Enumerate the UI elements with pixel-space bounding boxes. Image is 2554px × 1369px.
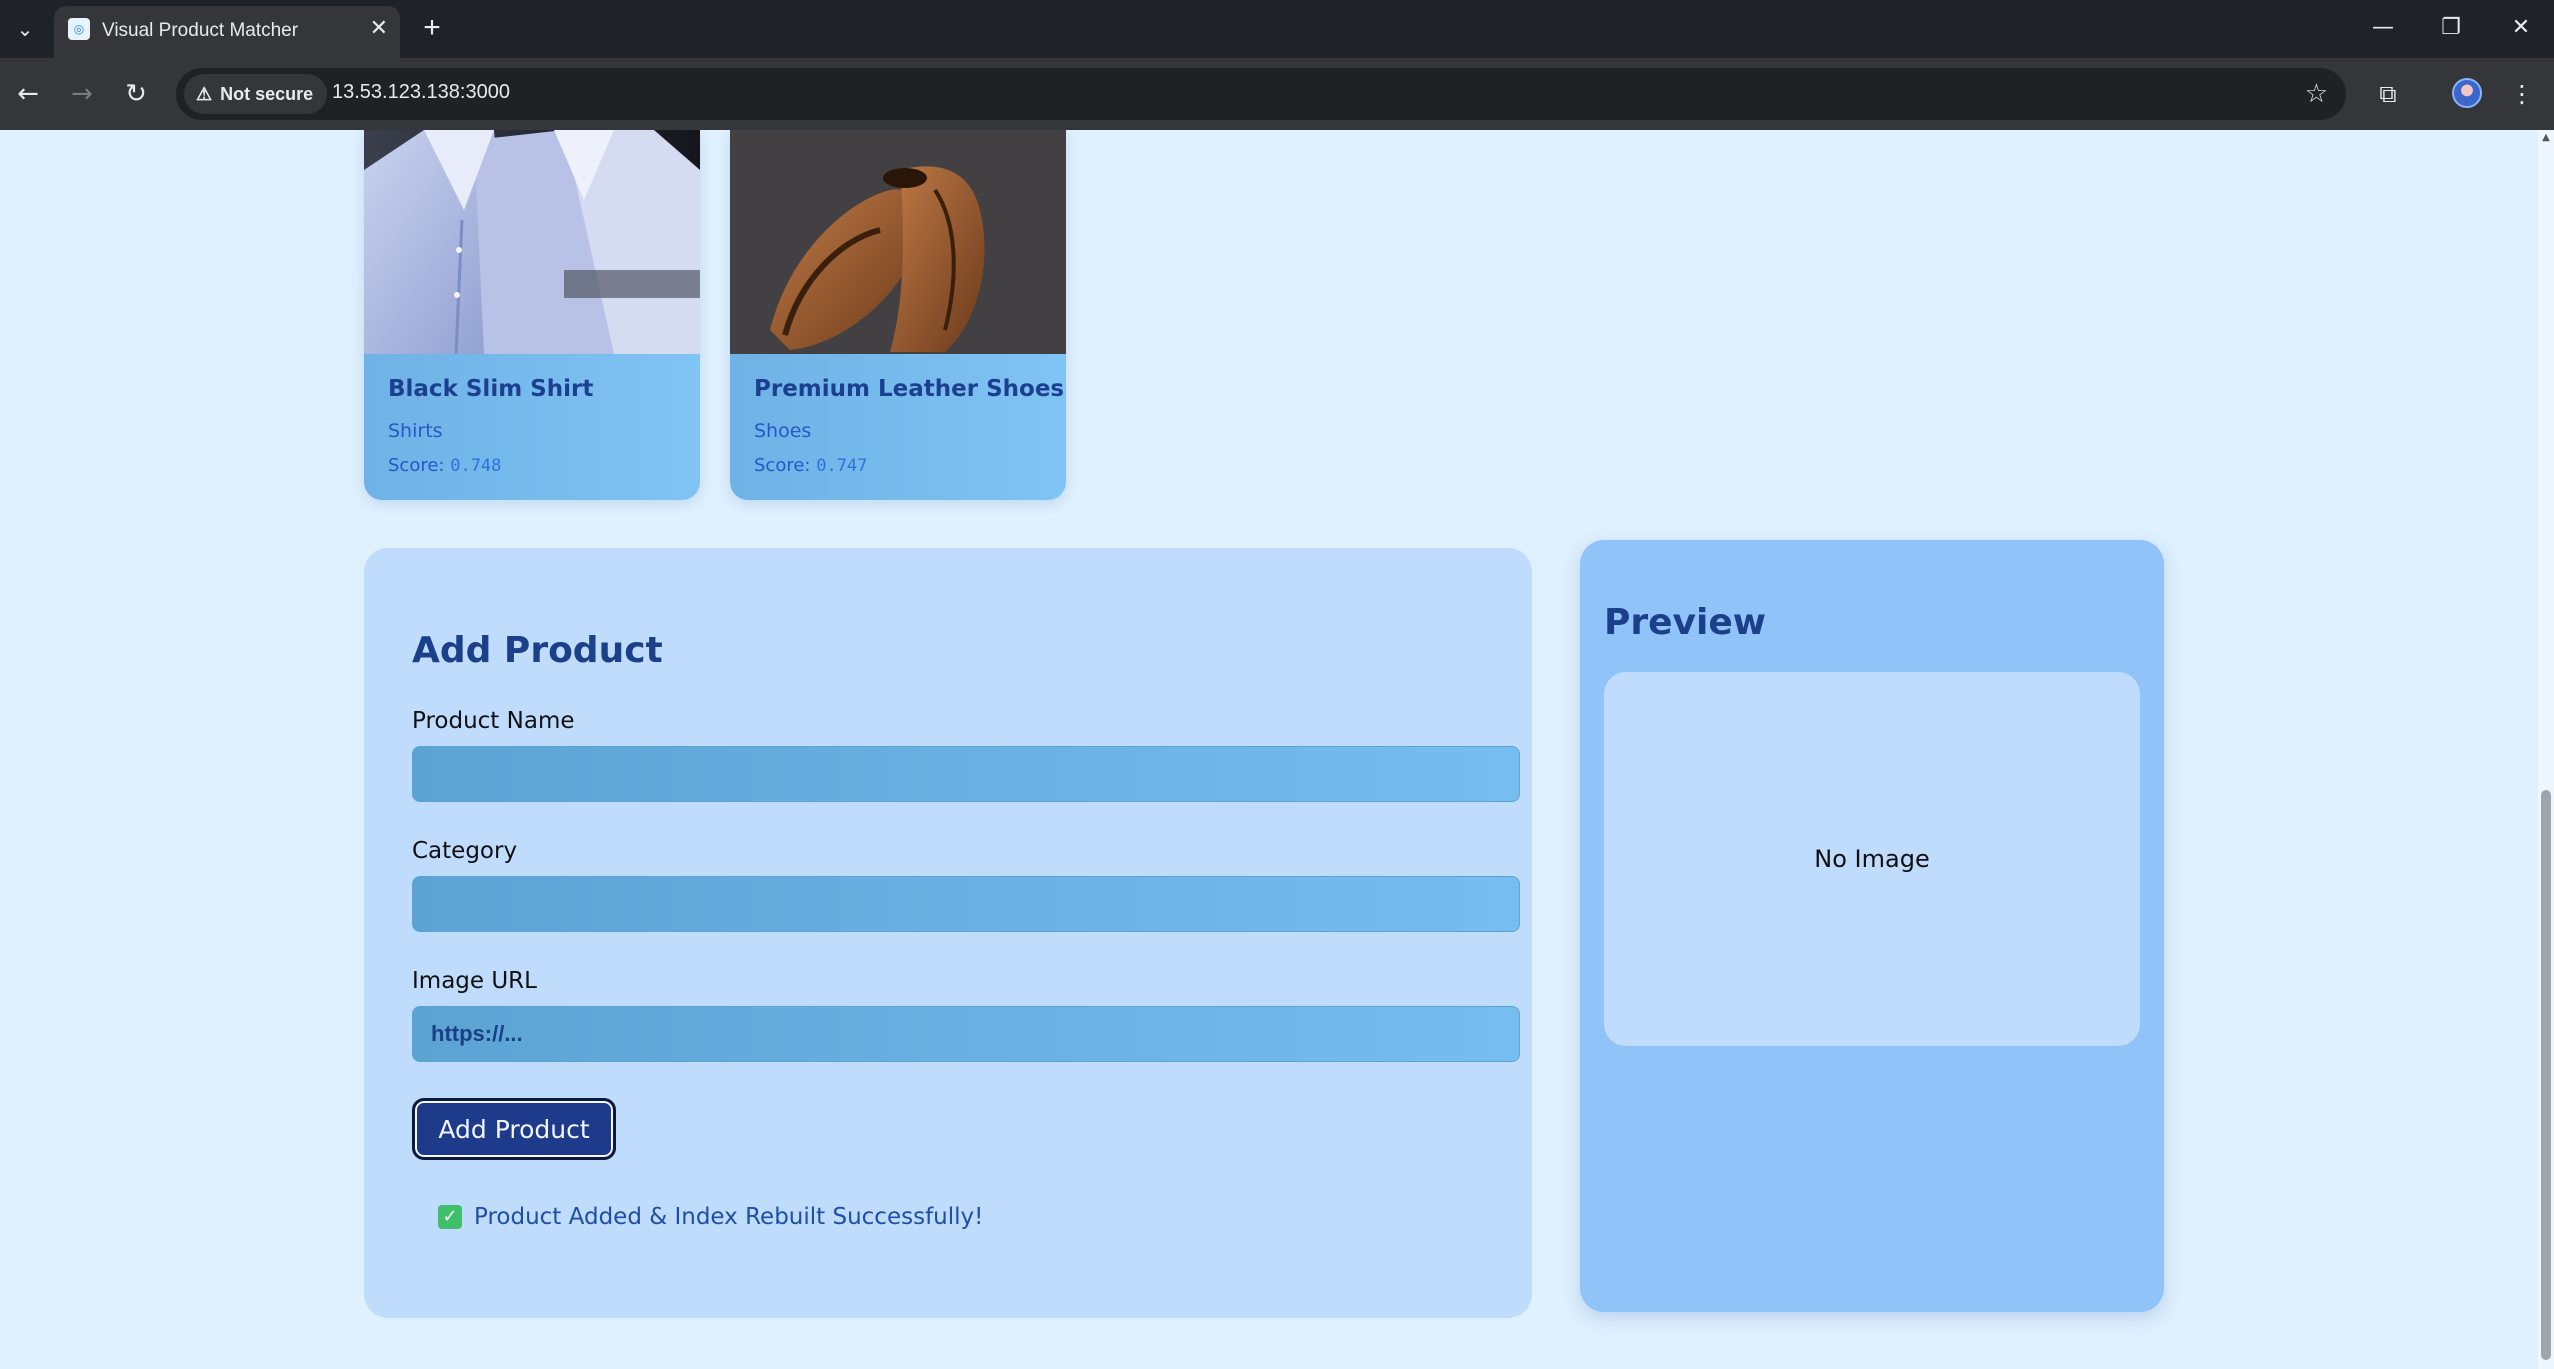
check-icon: ✓ [438, 1205, 462, 1229]
profile-avatar[interactable] [2452, 78, 2482, 108]
security-chip[interactable]: ⚠ Not secure [184, 74, 328, 114]
result-card[interactable]: Black Slim Shirt Shirts Score: 0.748 [364, 130, 700, 500]
new-tab-icon[interactable]: + [414, 10, 450, 46]
score-label: Score: [388, 455, 445, 476]
success-message: ✓ Product Added & Index Rebuilt Successf… [438, 1204, 983, 1230]
preview-title: Preview [1604, 602, 1767, 643]
warning-icon: ⚠ [196, 83, 213, 104]
add-product-title: Add Product [412, 630, 663, 671]
extensions-icon[interactable]: ⧉ [2368, 74, 2408, 114]
product-category: Shirts [388, 420, 443, 442]
product-image [364, 130, 700, 354]
product-name-input[interactable] [412, 746, 1520, 802]
tab-list-icon[interactable]: ⌄ [6, 10, 44, 48]
add-product-button[interactable]: Add Product [412, 1098, 616, 1160]
image-url-label: Image URL [412, 968, 537, 994]
product-image [730, 130, 1066, 354]
browser-tab[interactable]: ◎ Visual Product Matcher ✕ [54, 6, 400, 58]
image-url-input[interactable] [412, 1006, 1520, 1062]
bookmark-star-icon[interactable]: ☆ [2305, 78, 2328, 110]
product-name-label: Product Name [412, 708, 575, 734]
product-score: Score: 0.747 [754, 455, 867, 476]
success-text: Product Added & Index Rebuilt Successful… [474, 1204, 984, 1230]
scroll-up-icon[interactable]: ▲ [2540, 132, 2552, 144]
browser-toolbar: ← → ↻ ⚠ Not secure 13.53.123.138:3000 ☆ … [0, 58, 2554, 130]
address-bar[interactable]: ⚠ Not secure 13.53.123.138:3000 ☆ [176, 68, 2346, 120]
browser-tab-bar: ⌄ ◎ Visual Product Matcher ✕ + — ❐ ✕ [0, 0, 2554, 58]
page-scrollbar[interactable]: ▲ [2538, 130, 2554, 1369]
menu-icon[interactable]: ⋮ [2502, 74, 2542, 114]
forward-icon[interactable]: → [62, 74, 102, 114]
preview-image-box: No Image [1604, 672, 2140, 1046]
reload-icon[interactable]: ↻ [116, 74, 156, 114]
score-value: 0.747 [816, 456, 868, 476]
close-tab-icon[interactable]: ✕ [370, 16, 388, 41]
no-image-text: No Image [1814, 845, 1930, 873]
tab-title: Visual Product Matcher [102, 20, 299, 41]
product-name: Black Slim Shirt [388, 376, 594, 402]
add-product-panel: Add Product Product Name Category Image … [364, 548, 1532, 1318]
favicon-icon: ◎ [68, 18, 90, 40]
restore-icon[interactable]: ❐ [2424, 8, 2478, 48]
preview-panel: Preview No Image [1580, 540, 2164, 1312]
score-value: 0.748 [450, 456, 502, 476]
scroll-thumb[interactable] [2541, 790, 2551, 1360]
back-icon[interactable]: ← [8, 74, 48, 114]
window-close-icon[interactable]: ✕ [2494, 8, 2548, 48]
category-label: Category [412, 838, 518, 864]
product-name: Premium Leather Shoes [754, 376, 1065, 402]
result-card[interactable]: Premium Leather Shoes Shoes Score: 0.747 [730, 130, 1066, 500]
category-input[interactable] [412, 876, 1520, 932]
url-text[interactable]: 13.53.123.138:3000 [332, 81, 510, 104]
minimize-icon[interactable]: — [2356, 8, 2410, 48]
product-score: Score: 0.748 [388, 455, 501, 476]
score-label: Score: [754, 455, 811, 476]
security-label: Not secure [220, 83, 314, 104]
product-category: Shoes [754, 420, 812, 442]
